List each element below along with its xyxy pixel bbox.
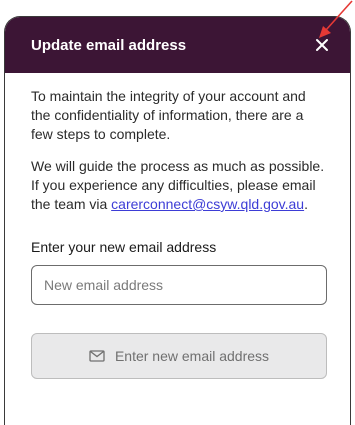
intro-paragraph: To maintain the integrity of your accoun… bbox=[31, 88, 306, 142]
help-text-suffix: . bbox=[304, 196, 308, 212]
red-arrow-icon bbox=[319, 0, 353, 38]
new-email-input[interactable] bbox=[31, 265, 327, 305]
support-email-link[interactable]: carerconnect@csyw.qld.gov.au bbox=[111, 196, 304, 212]
help-paragraph: We will guide the process as much as pos… bbox=[31, 157, 328, 214]
page: Update email address To maintain the int… bbox=[0, 0, 355, 425]
new-email-label: Enter your new email address bbox=[31, 239, 217, 255]
modal-title: Update email address bbox=[31, 36, 187, 54]
submit-button-label: Enter new email address bbox=[114, 347, 270, 364]
modal-header: Update email address bbox=[5, 17, 350, 73]
modal-body: To maintain the integrity of your accoun… bbox=[5, 73, 350, 379]
mail-icon bbox=[89, 350, 105, 362]
update-email-modal: Update email address To maintain the int… bbox=[4, 16, 351, 425]
submit-email-button[interactable]: Enter new email address bbox=[31, 333, 327, 379]
